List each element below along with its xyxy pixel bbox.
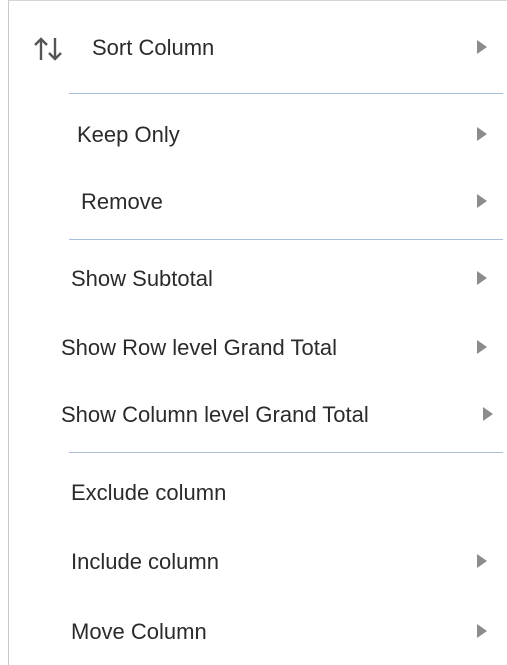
menu-item-show-column-level-grand-total[interactable]: Show Column level Grand Total: [9, 385, 507, 445]
menu-item-keep-only[interactable]: Keep Only: [9, 105, 507, 165]
submenu-arrow-icon: [477, 40, 487, 54]
menu-item-move-column[interactable]: Move Column: [9, 602, 507, 662]
submenu-arrow-icon: [477, 624, 487, 638]
sort-icon: [34, 37, 62, 61]
submenu-arrow-icon: [477, 554, 487, 568]
submenu-arrow-icon: [477, 340, 487, 354]
menu-item-show-subtotal[interactable]: Show Subtotal: [9, 249, 507, 309]
submenu-arrow-icon: [477, 271, 487, 285]
menu-item-label: Include column: [71, 549, 219, 574]
menu-item-label: Show Row level Grand Total: [61, 335, 337, 360]
menu-item-label: Move Column: [71, 619, 207, 644]
submenu-arrow-icon: [477, 127, 487, 141]
menu-item-include-column[interactable]: Include column: [9, 532, 507, 592]
menu-item-exclude-column[interactable]: Exclude column: [9, 463, 507, 523]
menu-item-label: Keep Only: [77, 122, 180, 147]
menu-item-label: Show Subtotal: [71, 266, 213, 291]
submenu-arrow-icon: [477, 194, 487, 208]
context-menu: Sort Column Keep Only Remove Show Subtot…: [8, 0, 507, 665]
menu-item-label: Remove: [81, 189, 163, 214]
menu-divider: [69, 239, 503, 240]
menu-item-label: Sort Column: [92, 35, 215, 60]
menu-divider: [69, 93, 503, 94]
submenu-arrow-icon: [483, 407, 493, 421]
menu-item-label: Exclude column: [71, 480, 227, 505]
menu-item-remove[interactable]: Remove: [9, 172, 507, 232]
menu-item-show-row-level-grand-total[interactable]: Show Row level Grand Total: [9, 318, 507, 378]
menu-item-label: Show Column level Grand Total: [61, 402, 369, 427]
menu-item-sort-column[interactable]: Sort Column: [9, 18, 507, 78]
menu-divider: [69, 452, 503, 453]
